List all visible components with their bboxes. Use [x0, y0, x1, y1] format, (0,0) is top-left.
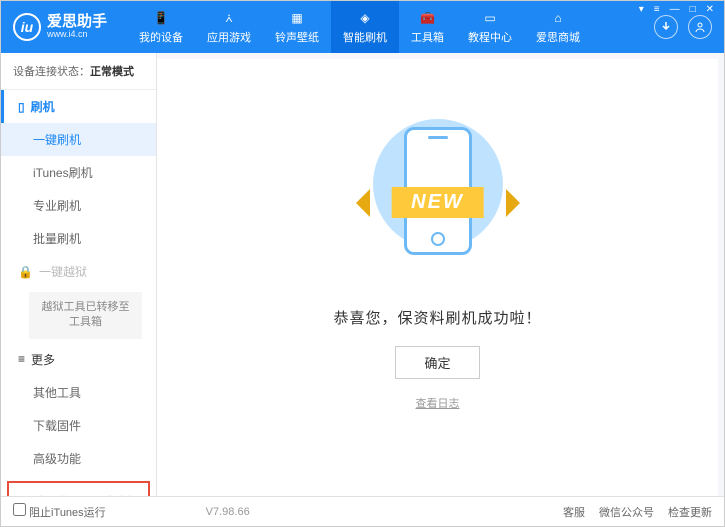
nav-ringtones[interactable]: ▦铃声壁纸 — [263, 1, 331, 53]
download-button[interactable] — [654, 15, 678, 39]
confirm-button[interactable]: 确定 — [395, 346, 479, 379]
footer-link-wechat[interactable]: 微信公众号 — [599, 504, 654, 520]
lock-icon: 🔒 — [18, 265, 33, 279]
menu-icon[interactable]: ≡ — [651, 4, 663, 15]
close-icon[interactable]: ✕ — [703, 4, 717, 15]
logo-title: 爱思助手 — [47, 14, 107, 31]
checkbox-block-itunes[interactable]: 阻止iTunes运行 — [13, 503, 106, 520]
apps-icon: ⩑ — [220, 9, 238, 27]
image-icon: ▦ — [288, 9, 306, 27]
store-icon: ⌂ — [549, 9, 567, 27]
nav-flash[interactable]: ◈智能刷机 — [331, 1, 399, 53]
book-icon: ▭ — [481, 9, 499, 27]
sidebar-item-advanced[interactable]: 高级功能 — [1, 442, 156, 475]
success-message: 恭喜您，保资料刷机成功啦！ — [333, 307, 541, 328]
cart-icon[interactable]: ▾ — [636, 4, 647, 15]
nav-tutorials[interactable]: ▭教程中心 — [456, 1, 524, 53]
top-nav: 📱我的设备 ⩑应用游戏 ▦铃声壁纸 ◈智能刷机 🧰工具箱 ▭教程中心 ⌂爱思商城 — [127, 1, 592, 53]
main-content: NEW 恭喜您，保资料刷机成功啦！ 确定 查看日志 — [157, 59, 718, 496]
sidebar-item-oneclick[interactable]: 一键刷机 — [1, 123, 156, 156]
header: iu 爱思助手 www.i4.cn 📱我的设备 ⩑应用游戏 ▦铃声壁纸 ◈智能刷… — [1, 1, 724, 53]
section-jailbreak: 🔒一键越狱 — [1, 255, 156, 288]
list-icon: ≡ — [18, 352, 25, 366]
sidebar-item-batch[interactable]: 批量刷机 — [1, 222, 156, 255]
new-banner: NEW — [391, 187, 484, 218]
phone-icon: ▯ — [18, 100, 25, 114]
sidebar-item-other[interactable]: 其他工具 — [1, 376, 156, 409]
device-icon: 📱 — [152, 9, 170, 27]
minimize-icon[interactable]: — — [667, 4, 683, 15]
nav-store[interactable]: ⌂爱思商城 — [524, 1, 592, 53]
footer: 阻止iTunes运行 V7.98.66 客服 微信公众号 检查更新 — [1, 496, 724, 526]
logo-subtitle: www.i4.cn — [47, 30, 107, 40]
flash-icon: ◈ — [356, 9, 374, 27]
footer-link-update[interactable]: 检查更新 — [668, 504, 712, 520]
nav-my-device[interactable]: 📱我的设备 — [127, 1, 195, 53]
maximize-icon[interactable]: □ — [687, 4, 699, 15]
connection-status: 设备连接状态：正常模式 — [1, 53, 156, 90]
sidebar-item-firmware[interactable]: 下载固件 — [1, 409, 156, 442]
logo: iu 爱思助手 www.i4.cn — [13, 13, 107, 41]
user-button[interactable] — [688, 15, 712, 39]
checkbox-highlight-box: 自动激活 跳过向导 — [7, 481, 150, 496]
success-illustration: NEW — [338, 109, 538, 289]
sidebar-item-pro[interactable]: 专业刷机 — [1, 189, 156, 222]
version-label: V7.98.66 — [206, 506, 250, 518]
section-more[interactable]: ≡更多 — [1, 343, 156, 376]
view-log-link[interactable]: 查看日志 — [416, 395, 460, 411]
sidebar: 设备连接状态：正常模式 ▯刷机 一键刷机 iTunes刷机 专业刷机 批量刷机 … — [1, 53, 157, 496]
toolbox-icon: 🧰 — [419, 9, 437, 27]
jailbreak-note[interactable]: 越狱工具已转移至工具箱 — [29, 292, 142, 339]
nav-toolbox[interactable]: 🧰工具箱 — [399, 1, 456, 53]
section-flash[interactable]: ▯刷机 — [1, 90, 156, 123]
sidebar-item-itunes[interactable]: iTunes刷机 — [1, 156, 156, 189]
nav-apps[interactable]: ⩑应用游戏 — [195, 1, 263, 53]
logo-icon: iu — [13, 13, 41, 41]
footer-link-support[interactable]: 客服 — [563, 504, 585, 520]
